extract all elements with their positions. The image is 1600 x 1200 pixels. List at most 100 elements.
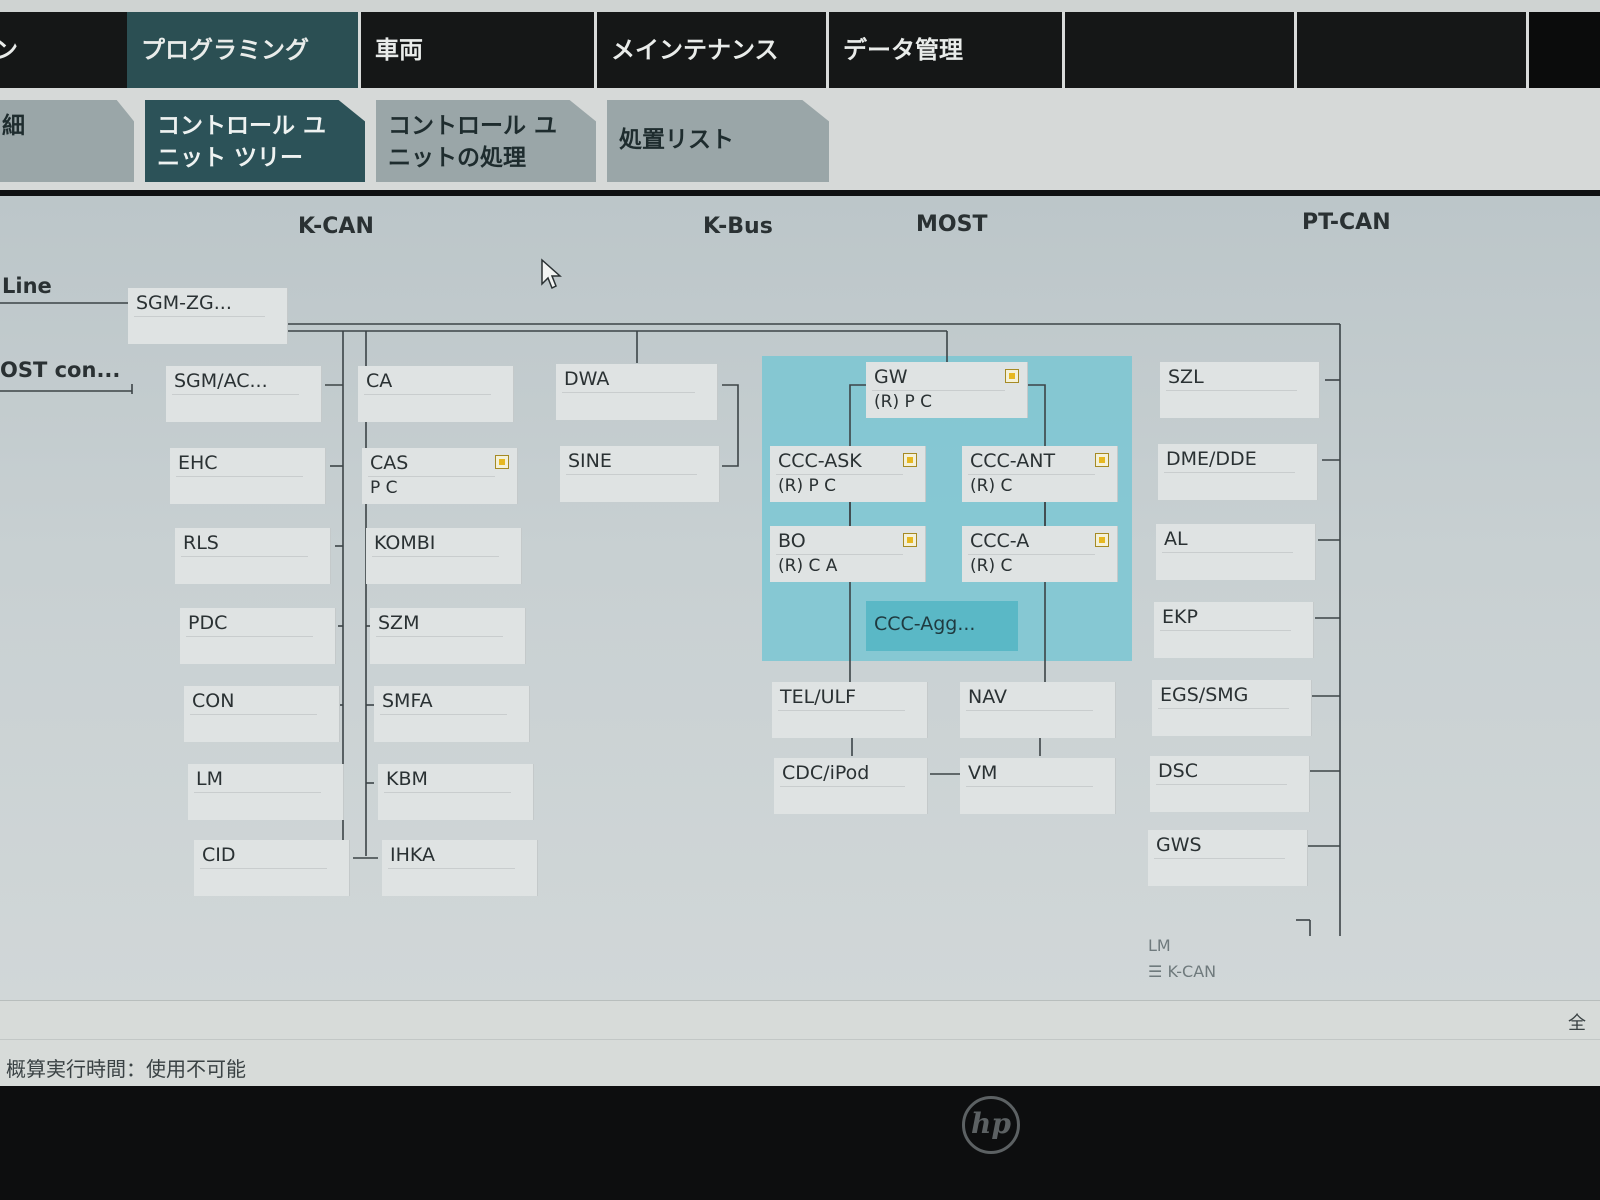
ecu-label: LM [196,768,223,790]
flag-icon[interactable] [1095,533,1109,547]
ecu-smfa[interactable]: SMFA [374,686,530,742]
ecu-label: EGS/SMG [1160,684,1249,706]
divider [1164,472,1295,473]
flag-icon[interactable] [903,453,917,467]
divider [186,636,313,637]
flag-icon[interactable] [1005,369,1019,383]
divider [780,786,905,787]
ecu-nav[interactable]: NAV [960,682,1116,738]
ecu-sgm-zg[interactable]: SGM-ZG... [128,288,288,344]
subtab-detail[interactable]: 細 [0,100,134,182]
divider [364,394,491,395]
ecu-ccc-ant[interactable]: CCC-ANT (R) C [962,446,1118,502]
ecu-label: EKP [1162,606,1198,628]
tab-empty-1[interactable] [1065,12,1297,88]
ecu-cdc-ipod[interactable]: CDC/iPod [774,758,928,814]
main-tab-bar: ン プログラミング 車両 メインテナンス データ管理 [0,12,1600,88]
ecu-ccc-ask[interactable]: CCC-ASK (R) P C [770,446,926,502]
divider [1156,784,1287,785]
ecu-label: VM [968,762,998,784]
ecu-egs-smg[interactable]: EGS/SMG [1152,680,1312,736]
ecu-label: CID [202,844,236,866]
ecu-label: CDC/iPod [782,762,870,784]
tab-previous[interactable]: ン [0,12,130,88]
ecu-ihka[interactable]: IHKA [382,840,538,896]
ecu-label: BO [778,530,806,552]
ecu-label: SINE [568,450,612,472]
divider [968,474,1095,475]
divider [388,868,515,869]
tab-empty-2[interactable] [1297,12,1529,88]
ecu-con[interactable]: CON [184,686,340,742]
ecu-label: SGM/AC... [174,370,268,392]
divider [190,714,317,715]
tab-maintenance[interactable]: メインテナンス [597,12,829,88]
tab-vehicle[interactable]: 車両 [361,12,597,88]
flag-icon[interactable] [1095,453,1109,467]
subtab-control-unit-tree[interactable]: コントロール ユ ニット ツリー [145,100,365,182]
ecu-ca[interactable]: CA [358,366,514,422]
select-all-button[interactable]: 全 [1568,1009,1586,1035]
ecu-label: RLS [183,532,219,554]
divider [376,636,503,637]
flag-icon[interactable] [903,533,917,547]
ecu-dsc[interactable]: DSC [1150,756,1310,812]
divider [566,474,697,475]
ecu-label: DWA [564,368,610,390]
title-strip [0,0,1600,12]
ecu-cid[interactable]: CID [194,840,350,896]
legend-kcan-label: K-CAN [1167,962,1217,981]
ecu-label: CAS [370,452,409,474]
divider [380,714,507,715]
ecu-label: SZL [1168,366,1204,388]
ecu-status: P C [370,478,398,498]
ecu-dwa[interactable]: DWA [556,364,718,420]
ecu-rls[interactable]: RLS [175,528,331,584]
divider [562,392,695,393]
divider [134,316,265,317]
status-footer: 全 概算実行時間：使用不可能 [0,1000,1600,1087]
ecu-label: GW [874,366,908,388]
divider [966,786,1093,787]
ecu-bo[interactable]: BO (R) C A [770,526,926,582]
divider [1154,858,1285,859]
ecu-label: KBM [386,768,428,790]
divider [872,390,1005,391]
monitor-bezel: hp [0,1086,1600,1200]
tab-data-management[interactable]: データ管理 [829,12,1065,88]
ecu-gw[interactable]: GW (R) P C [866,362,1028,418]
ecu-kombi[interactable]: KOMBI [366,528,522,584]
ecu-dme-dde[interactable]: DME/DDE [1158,444,1318,500]
ecu-status: (R) C [970,556,1013,576]
ecu-label: AL [1164,528,1188,550]
ecu-pdc[interactable]: PDC [180,608,336,664]
ecu-sine[interactable]: SINE [560,446,720,502]
ecu-ekp[interactable]: EKP [1154,602,1314,658]
divider [1160,630,1291,631]
ecu-szm[interactable]: SZM [370,608,526,664]
ecu-ccc-a[interactable]: CCC-A (R) C [962,526,1118,582]
subtab-action-list[interactable]: 処置リスト [607,100,829,182]
ecu-sgm-ac[interactable]: SGM/AC... [166,366,322,422]
legend-kcan: ☰ K-CAN [1148,962,1216,981]
ecu-al[interactable]: AL [1156,524,1316,580]
divider [1158,708,1289,709]
ecu-szl[interactable]: SZL [1160,362,1320,418]
ecu-kbm[interactable]: KBM [378,764,534,820]
divider [200,868,327,869]
ecu-cas[interactable]: CAS P C [362,448,518,504]
subtab-control-unit-processing[interactable]: コントロール ユ ニットの処理 [376,100,596,182]
ecu-status: (R) P C [874,392,933,412]
ecu-gws[interactable]: GWS [1148,830,1308,886]
side-label-most-con: OST con... [0,358,121,382]
ecu-vm[interactable]: VM [960,758,1116,814]
divider [1162,552,1293,553]
tab-programming[interactable]: プログラミング [127,12,361,88]
ecu-tel-ulf[interactable]: TEL/ULF [772,682,928,738]
ecu-lm[interactable]: LM [188,764,344,820]
divider [776,554,903,555]
legend-bus-icon: ☰ [1148,962,1168,981]
bus-label-ptcan: PT-CAN [1302,210,1391,235]
ecu-ehc[interactable]: EHC [170,448,326,504]
flag-icon[interactable] [495,455,509,469]
